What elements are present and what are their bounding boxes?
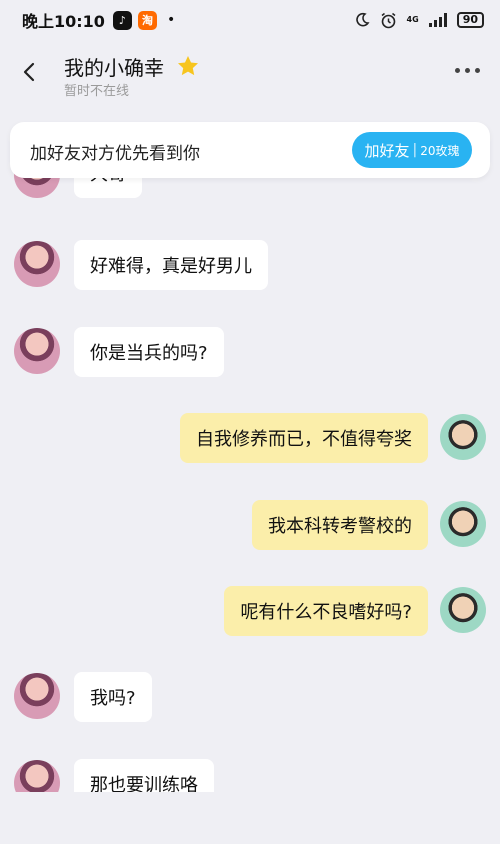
avatar[interactable] [14, 328, 60, 374]
add-friend-button[interactable]: 加好友 | 20玫瑰 [352, 132, 472, 168]
message-bubble[interactable]: 好难得，真是好男儿 [74, 240, 268, 290]
message-bubble[interactable]: 我吗? [74, 672, 152, 722]
more-options-icon[interactable] [455, 68, 480, 73]
banner-text: 加好友对方优先看到你 [30, 144, 200, 164]
back-arrow-icon[interactable] [18, 60, 42, 84]
avatar[interactable] [14, 673, 60, 719]
alarm-icon [381, 12, 396, 28]
battery-icon: 90 [456, 12, 484, 28]
status-time: 晚上10:10 [22, 12, 105, 31]
add-friend-banner: 加好友对方优先看到你 加好友 | 20玫瑰 [10, 122, 490, 178]
contact-name: 我的小确幸 [64, 56, 164, 80]
tiktok-icon: ♪ [112, 10, 132, 30]
bottom-area [0, 792, 500, 844]
message-row: 呢有什么不良嗜好吗? [0, 586, 500, 636]
message-list[interactable]: 大哥 好难得，真是好男儿 你是当兵的吗? 自我修养而已，不值得夸奖 我本科转考警… [0, 168, 500, 792]
notification-dot: • [166, 12, 176, 28]
add-friend-label: 加好友 [364, 141, 410, 160]
status-icons: 4G 90 [354, 12, 484, 29]
message-bubble[interactable]: 那也要训练咯 [74, 759, 214, 792]
avatar[interactable] [440, 414, 486, 460]
message-bubble[interactable]: 呢有什么不良嗜好吗? [224, 586, 428, 636]
avatar[interactable] [14, 760, 60, 792]
taobao-icon: 淘 [137, 10, 157, 30]
message-row: 你是当兵的吗? [0, 327, 500, 377]
online-status: 暂时不在线 [64, 84, 130, 99]
message-bubble[interactable]: 我本科转考警校的 [252, 500, 428, 550]
message-row: 那也要训练咯 [0, 759, 500, 792]
avatar[interactable] [14, 241, 60, 287]
message-bubble[interactable]: 你是当兵的吗? [74, 327, 224, 377]
message-row: 我本科转考警校的 [0, 500, 500, 550]
moon-icon [355, 12, 370, 27]
chat-header: 我的小确幸 暂时不在线 [0, 40, 500, 110]
message-bubble[interactable]: 自我修养而已，不值得夸奖 [180, 413, 428, 463]
button-separator: | [412, 142, 418, 158]
rose-cost: 20玫瑰 [420, 143, 460, 158]
message-row: 好难得，真是好男儿 [0, 240, 500, 290]
status-bar: 晚上10:10 ♪ 淘 • 4G 90 [0, 0, 500, 40]
message-row: 我吗? [0, 672, 500, 722]
avatar[interactable] [440, 587, 486, 633]
message-row: 自我修养而已，不值得夸奖 [0, 413, 500, 463]
network-type: 4G [406, 15, 419, 24]
star-icon [178, 56, 198, 76]
signal-icon [428, 13, 447, 27]
avatar[interactable] [440, 501, 486, 547]
